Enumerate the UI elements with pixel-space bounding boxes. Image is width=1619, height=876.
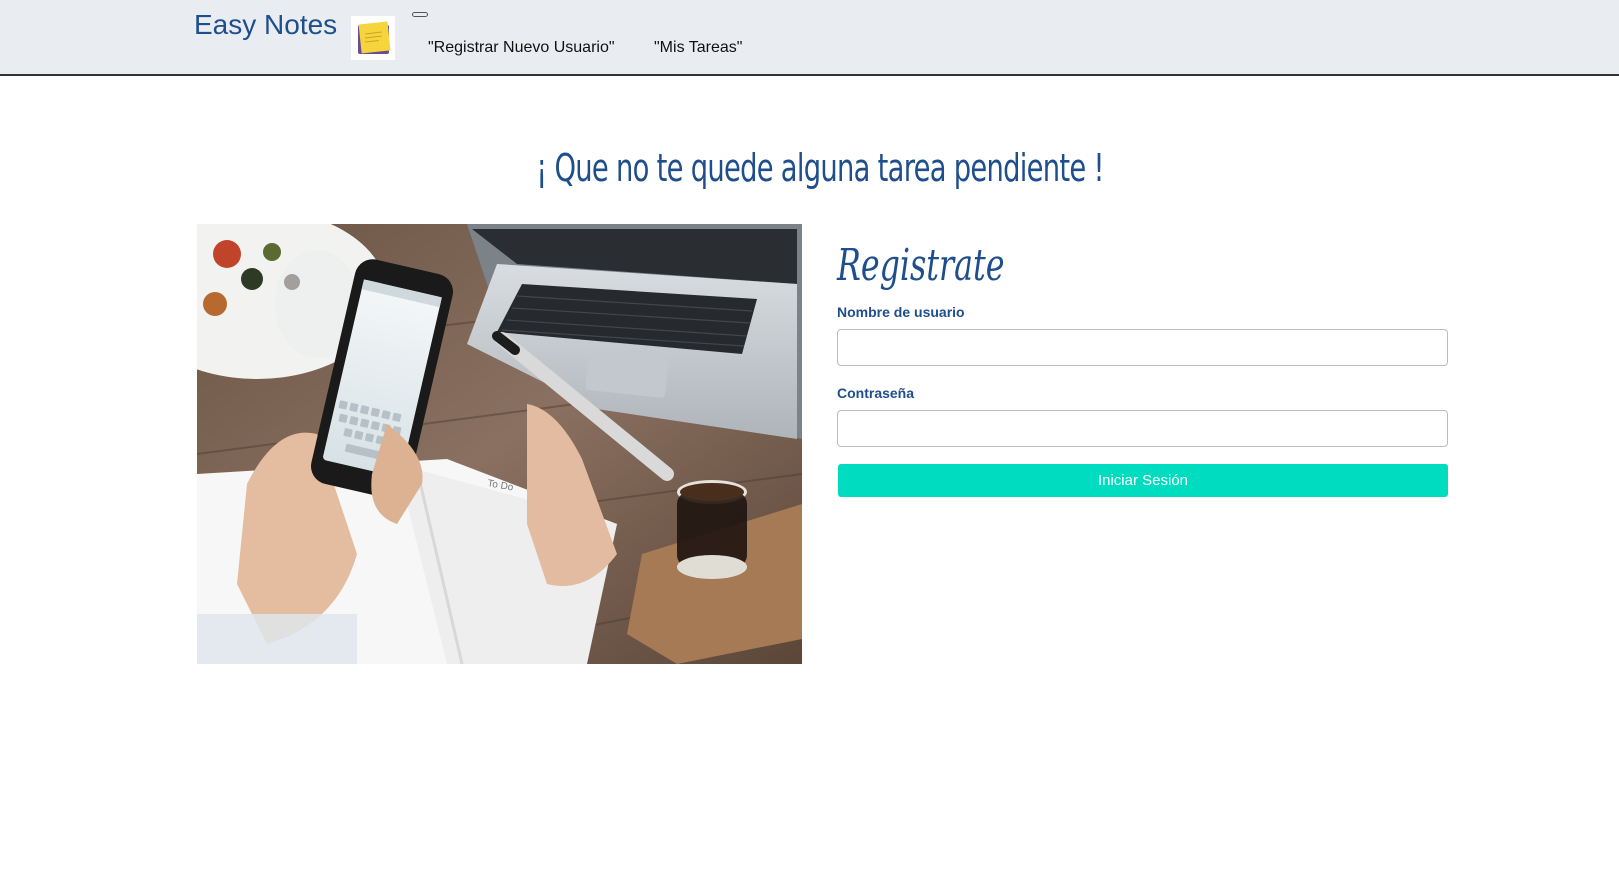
brand-link[interactable]: Easy Notes: [194, 9, 337, 41]
username-label: Nombre de usuario: [837, 304, 965, 320]
menu-toggle-icon[interactable]: [412, 12, 428, 17]
hero-image: To Do: [197, 224, 802, 664]
form-title: Registrate: [837, 240, 1005, 291]
nav-link-registrar-usuario[interactable]: "Registrar Nuevo Usuario": [428, 39, 615, 57]
nav-link-mis-tareas[interactable]: "Mis Tareas": [654, 39, 742, 57]
username-field[interactable]: [837, 329, 1448, 366]
password-label: Contraseña: [837, 385, 915, 401]
sticky-note-icon: [351, 16, 395, 60]
page-tagline: ¡ Que no te quede alguna tarea pendiente…: [536, 146, 1104, 190]
login-button[interactable]: Iniciar Sesión: [838, 464, 1448, 497]
password-field[interactable]: [837, 410, 1448, 447]
navbar: Easy Notes "Registrar Nuevo Usuario" "Mi…: [0, 0, 1619, 76]
